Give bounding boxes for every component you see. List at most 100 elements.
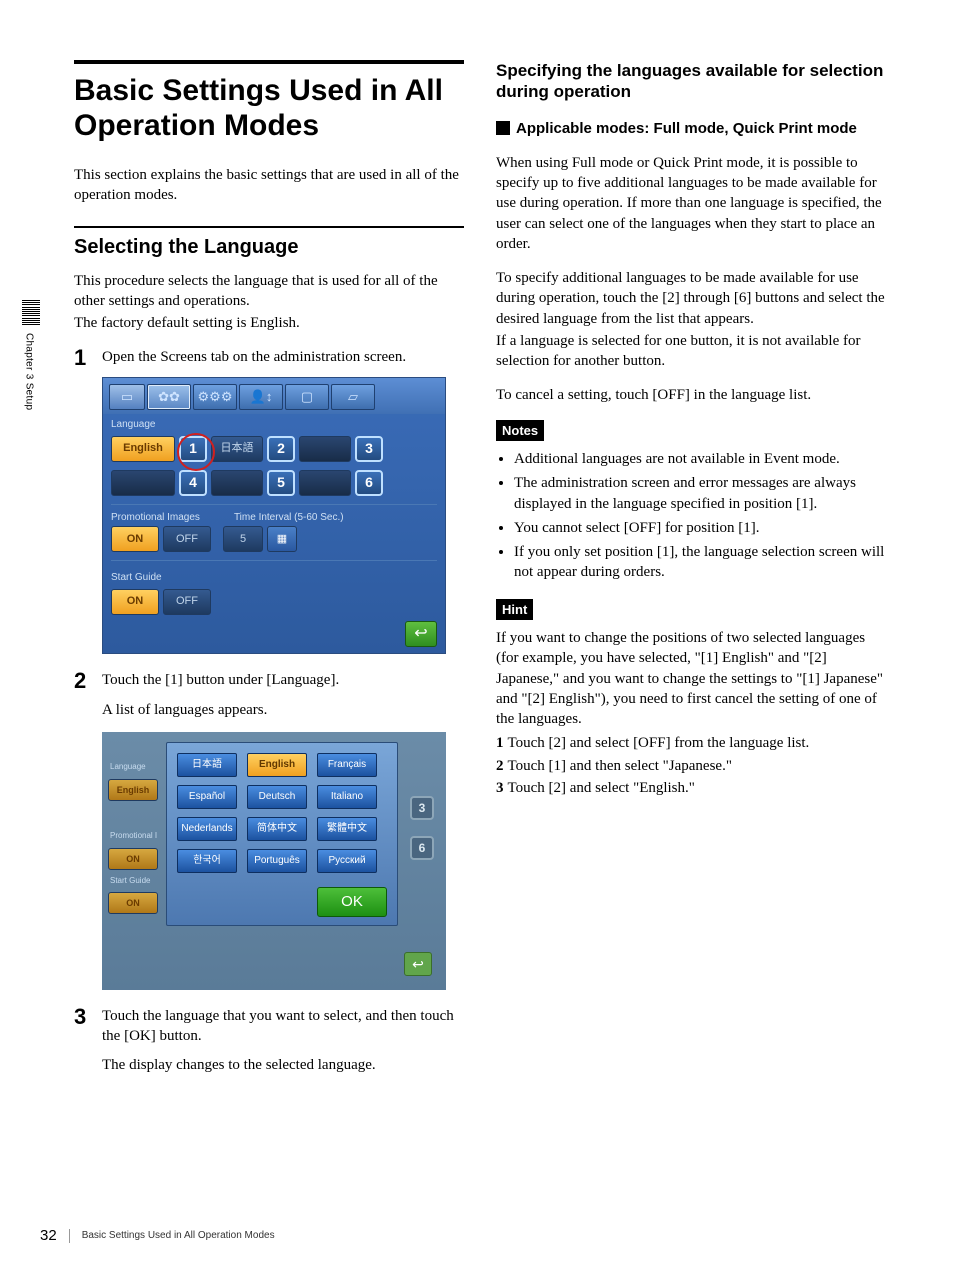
language-popup: 日本語 English Français Español Deutsch Ita…: [166, 742, 398, 926]
step-1-number: 1: [74, 347, 92, 369]
ghost-slot-3: 3: [410, 796, 434, 820]
lang-spanish[interactable]: Español: [177, 785, 237, 809]
promo-off-button[interactable]: OFF: [163, 526, 211, 552]
ok-button[interactable]: OK: [317, 887, 387, 917]
toolbar-icon-6[interactable]: ▱: [331, 384, 375, 410]
start-guide-label: Start Guide: [103, 567, 445, 587]
selecting-language-p1: This procedure selects the language that…: [74, 271, 464, 312]
lang-simplified-chinese[interactable]: 简体中文: [247, 817, 307, 841]
col2-p4: To cancel a setting, touch [OFF] in the …: [496, 385, 886, 405]
step-2-sub: A list of languages appears.: [102, 700, 464, 720]
applicable-modes-text: Applicable modes: Full mode, Quick Print…: [516, 120, 857, 137]
empty-chip-3[interactable]: [211, 470, 263, 496]
m2-sg-label: Start Guide: [108, 876, 164, 887]
japanese-chip[interactable]: 日本語: [211, 436, 263, 462]
toolbar-icon-5[interactable]: ▢: [285, 384, 329, 410]
step-2-text: Touch the [1] button under [Language].: [102, 670, 464, 690]
page-number: 32: [40, 1226, 57, 1246]
col2-p3: If a language is selected for one button…: [496, 331, 886, 372]
interval-value[interactable]: 5: [223, 526, 263, 552]
step-1: 1 Open the Screens tab on the administra…: [74, 347, 464, 369]
lang-slot-3[interactable]: 3: [355, 436, 383, 462]
chapter-label: Chapter 3 Setup: [22, 333, 36, 410]
empty-chip-1[interactable]: [299, 436, 351, 462]
hint-list: 1Touch [2] and select [OFF] from the lan…: [496, 733, 886, 798]
lang-korean[interactable]: 한국어: [177, 849, 237, 873]
m2-promo-on[interactable]: ON: [108, 848, 158, 870]
english-chip[interactable]: English: [111, 436, 175, 462]
lang-slot-1[interactable]: 1: [179, 436, 207, 462]
interval-calendar-icon[interactable]: ▦: [267, 526, 297, 552]
language-list-screenshot: Language English Promotional I ON Start …: [102, 732, 446, 990]
sg-on-button[interactable]: ON: [111, 589, 159, 615]
page-footer: 32 Basic Settings Used in All Operation …: [40, 1226, 275, 1246]
admin-screen-screenshot: ▭ ✿✿ ⚙⚙⚙ 👤↕ ▢ ▱ Language English 1 日本語 2…: [102, 377, 446, 654]
hint-badge: Hint: [496, 599, 533, 621]
lang-traditional-chinese[interactable]: 繁體中文: [317, 817, 377, 841]
section-rule: [74, 226, 464, 228]
footer-divider: [69, 1229, 70, 1243]
screenshot-toolbar: ▭ ✿✿ ⚙⚙⚙ 👤↕ ▢ ▱: [103, 378, 445, 414]
step-2: 2 Touch the [1] button under [Language].: [74, 670, 464, 692]
empty-chip-2[interactable]: [111, 470, 175, 496]
lang-dutch[interactable]: Nederlands: [177, 817, 237, 841]
lang-italian[interactable]: Italiano: [317, 785, 377, 809]
selecting-language-heading: Selecting the Language: [74, 234, 464, 261]
step-2-number: 2: [74, 670, 92, 692]
step-3-sub: The display changes to the selected lang…: [102, 1055, 464, 1075]
lang-slot-6[interactable]: 6: [355, 470, 383, 496]
time-interval-label: Time Interval (5-60 Sec.): [234, 511, 344, 525]
applicable-modes: Applicable modes: Full mode, Quick Print…: [496, 119, 886, 139]
lang-english[interactable]: English: [247, 753, 307, 777]
note-1: Additional languages are not available i…: [514, 449, 886, 469]
toolbar-icon-1[interactable]: ▭: [109, 384, 145, 410]
side-tab-lines: [22, 300, 44, 325]
promo-label: Promotional Images: [111, 511, 200, 525]
chapter-side-tab: Chapter 3 Setup: [22, 300, 44, 450]
lang-russian[interactable]: Русский: [317, 849, 377, 873]
footer-text: Basic Settings Used in All Operation Mod…: [82, 1229, 275, 1243]
toolbar-icon-4[interactable]: 👤↕: [239, 384, 283, 410]
notes-badge: Notes: [496, 420, 544, 442]
square-icon: [496, 121, 510, 135]
step-3-number: 3: [74, 1006, 92, 1028]
selecting-language-p2: The factory default setting is English.: [74, 313, 464, 333]
ghost-slot-6: 6: [410, 836, 434, 860]
back-icon-2[interactable]: ↩: [404, 952, 432, 976]
hint-paragraph: If you want to change the positions of t…: [496, 628, 886, 729]
note-4: If you only set position [1], the langua…: [514, 542, 886, 583]
language-label: Language: [103, 414, 445, 434]
step-3: 3 Touch the language that you want to se…: [74, 1006, 464, 1047]
lang-slot-4[interactable]: 4: [179, 470, 207, 496]
note-2: The administration screen and error mess…: [514, 473, 886, 514]
m2-language-label: Language: [108, 762, 164, 773]
lang-japanese[interactable]: 日本語: [177, 753, 237, 777]
hint-step-1: 1Touch [2] and select [OFF] from the lan…: [496, 733, 886, 753]
note-3: You cannot select [OFF] for position [1]…: [514, 518, 886, 538]
intro-paragraph: This section explains the basic settings…: [74, 165, 464, 206]
lang-german[interactable]: Deutsch: [247, 785, 307, 809]
page-title: Basic Settings Used in All Operation Mod…: [74, 60, 464, 143]
col2-p1: When using Full mode or Quick Print mode…: [496, 153, 886, 254]
back-icon[interactable]: ↩: [405, 621, 437, 647]
lang-slot-5[interactable]: 5: [267, 470, 295, 496]
toolbar-icon-2[interactable]: ✿✿: [147, 384, 191, 410]
m2-english-chip[interactable]: English: [108, 779, 158, 801]
right-column: Specifying the languages available for s…: [496, 60, 886, 1087]
toolbar-icon-3[interactable]: ⚙⚙⚙: [193, 384, 237, 410]
left-column: Basic Settings Used in All Operation Mod…: [74, 60, 464, 1087]
hint-step-3: 3Touch [2] and select "English.": [496, 778, 886, 798]
promo-on-button[interactable]: ON: [111, 526, 159, 552]
step-1-text: Open the Screens tab on the administrati…: [102, 347, 464, 367]
notes-list: Additional languages are not available i…: [496, 449, 886, 583]
hint-step-2: 2Touch [1] and then select "Japanese.": [496, 756, 886, 776]
lang-slot-2[interactable]: 2: [267, 436, 295, 462]
lang-portuguese[interactable]: Português: [247, 849, 307, 873]
empty-chip-4[interactable]: [299, 470, 351, 496]
sg-off-button[interactable]: OFF: [163, 589, 211, 615]
lang-french[interactable]: Français: [317, 753, 377, 777]
step-3-text: Touch the language that you want to sele…: [102, 1006, 464, 1047]
col2-p2: To specify additional languages to be ma…: [496, 268, 886, 329]
m2-sg-on[interactable]: ON: [108, 892, 158, 914]
specifying-languages-heading: Specifying the languages available for s…: [496, 60, 886, 103]
